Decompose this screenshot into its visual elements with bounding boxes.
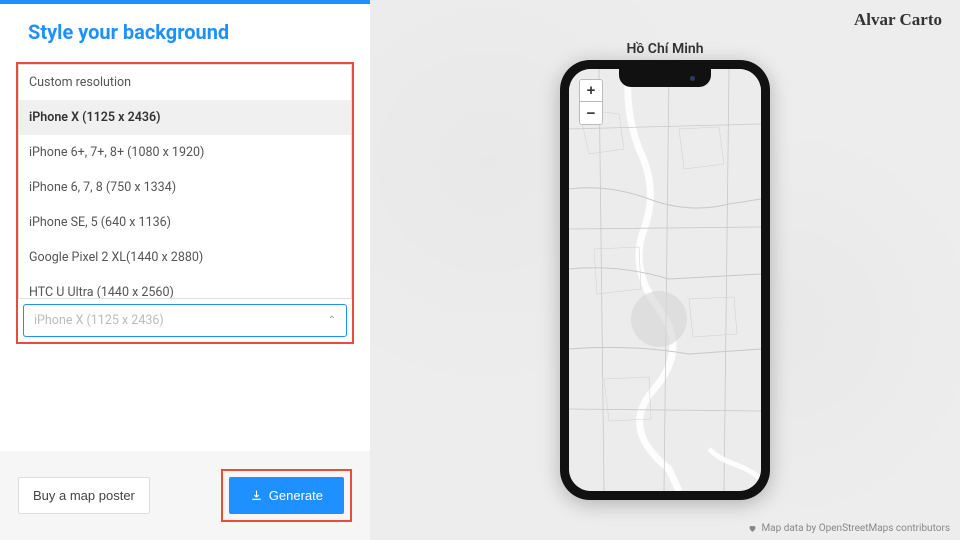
download-icon	[250, 489, 263, 502]
brand-logo: Alvar Carto	[854, 10, 942, 30]
resolution-option[interactable]: Custom resolution	[19, 65, 351, 100]
zoom-out-button[interactable]: −	[580, 102, 602, 124]
phone-notch	[619, 69, 711, 87]
generate-label: Generate	[269, 488, 323, 503]
resolution-select-input[interactable]: iPhone X (1125 x 2436) ⌃	[23, 304, 347, 337]
resolution-option[interactable]: Google Pixel 2 XL(1440 x 2880)	[19, 240, 351, 275]
resolution-option[interactable]: iPhone X (1125 x 2436)	[19, 100, 351, 135]
resolution-select-value: iPhone X (1125 x 2436)	[34, 313, 164, 328]
resolution-option[interactable]: iPhone 6+, 7+, 8+ (1080 x 1920)	[19, 135, 351, 170]
buy-poster-button[interactable]: Buy a map poster	[18, 477, 150, 514]
map-title: Hồ Chí Minh	[626, 41, 703, 57]
phone-frame: + −	[560, 60, 770, 500]
phone-screen: + −	[569, 69, 761, 491]
resolution-dropdown-list[interactable]: Custom resolutioniPhone X (1125 x 2436)i…	[18, 64, 352, 299]
resolution-option[interactable]: iPhone SE, 5 (640 x 1136)	[19, 205, 351, 240]
zoom-in-button[interactable]: +	[580, 80, 602, 102]
heart-icon	[748, 524, 757, 533]
attribution-text: Map data by OpenStreetMaps contributors	[761, 523, 950, 534]
panel-title: Style your background	[0, 4, 370, 62]
resolution-picker-highlight: Custom resolutioniPhone X (1125 x 2436)i…	[16, 62, 354, 344]
bottom-bar: Buy a map poster Generate	[0, 451, 370, 540]
resolution-option[interactable]: iPhone 6, 7, 8 (750 x 1334)	[19, 170, 351, 205]
map-attribution: Map data by OpenStreetMaps contributors	[748, 523, 950, 534]
chevron-up-icon: ⌃	[328, 315, 336, 326]
preview-panel: Alvar Carto Hồ Chí Minh + −	[370, 0, 960, 540]
zoom-controls: + −	[579, 79, 603, 125]
map-preview[interactable]	[569, 69, 761, 491]
style-panel: Style your background Custom resolutioni…	[0, 0, 370, 540]
generate-button[interactable]: Generate	[229, 477, 344, 514]
resolution-option[interactable]: HTC U Ultra (1440 x 2560)	[19, 275, 351, 299]
generate-highlight: Generate	[221, 469, 352, 522]
